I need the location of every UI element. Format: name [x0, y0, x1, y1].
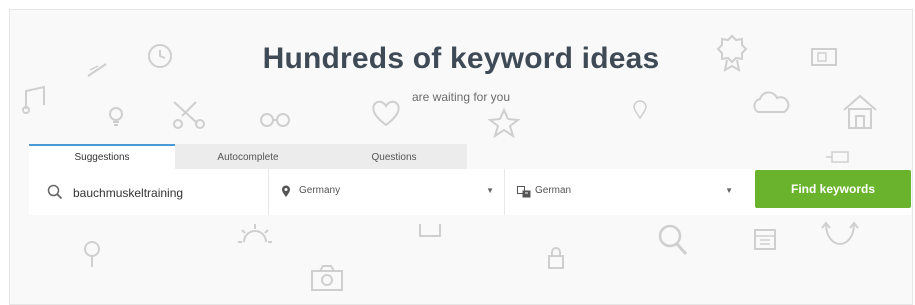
language-select[interactable]: German ▼	[505, 169, 743, 215]
page-title: Hundreds of keyword ideas	[262, 42, 660, 75]
tab-suggestions[interactable]: Suggestions	[29, 144, 175, 169]
keyword-field	[29, 169, 269, 215]
keyword-input[interactable]	[71, 182, 265, 204]
hero-panel: Hundreds of keyword ideas are waiting fo…	[9, 9, 913, 305]
chevron-down-icon: ▼	[486, 186, 494, 195]
star-icon	[488, 108, 520, 138]
search-mode-tabs: Suggestions Autocomplete Questions	[29, 144, 467, 169]
calendar-icon	[752, 226, 778, 252]
page-subtitle: are waiting for you	[411, 90, 511, 104]
country-select[interactable]: Germany ▼	[269, 169, 505, 215]
magnifier-icon	[656, 222, 690, 258]
tab-questions[interactable]: Questions	[321, 144, 467, 169]
keyword-search-bar: Germany ▼ German ▼ Find keywords	[29, 169, 911, 215]
camera-icon	[310, 264, 344, 292]
lightbulb-icon	[107, 106, 125, 128]
device-icon	[418, 222, 442, 240]
tree-icon	[82, 240, 102, 268]
arrows-icon	[820, 220, 860, 248]
language-value: German	[535, 185, 572, 196]
chevron-down-icon: ▼	[725, 186, 733, 195]
search-icon	[47, 184, 63, 205]
label-icon	[826, 150, 850, 164]
sun-icon	[236, 220, 274, 256]
tab-autocomplete[interactable]: Autocomplete	[175, 144, 321, 169]
map-pin-icon	[281, 185, 291, 203]
find-keywords-button[interactable]: Find keywords	[755, 170, 911, 208]
country-value: Germany	[299, 185, 341, 196]
glasses-icon	[258, 110, 292, 128]
translate-icon	[517, 185, 531, 203]
lock-icon	[546, 246, 566, 270]
